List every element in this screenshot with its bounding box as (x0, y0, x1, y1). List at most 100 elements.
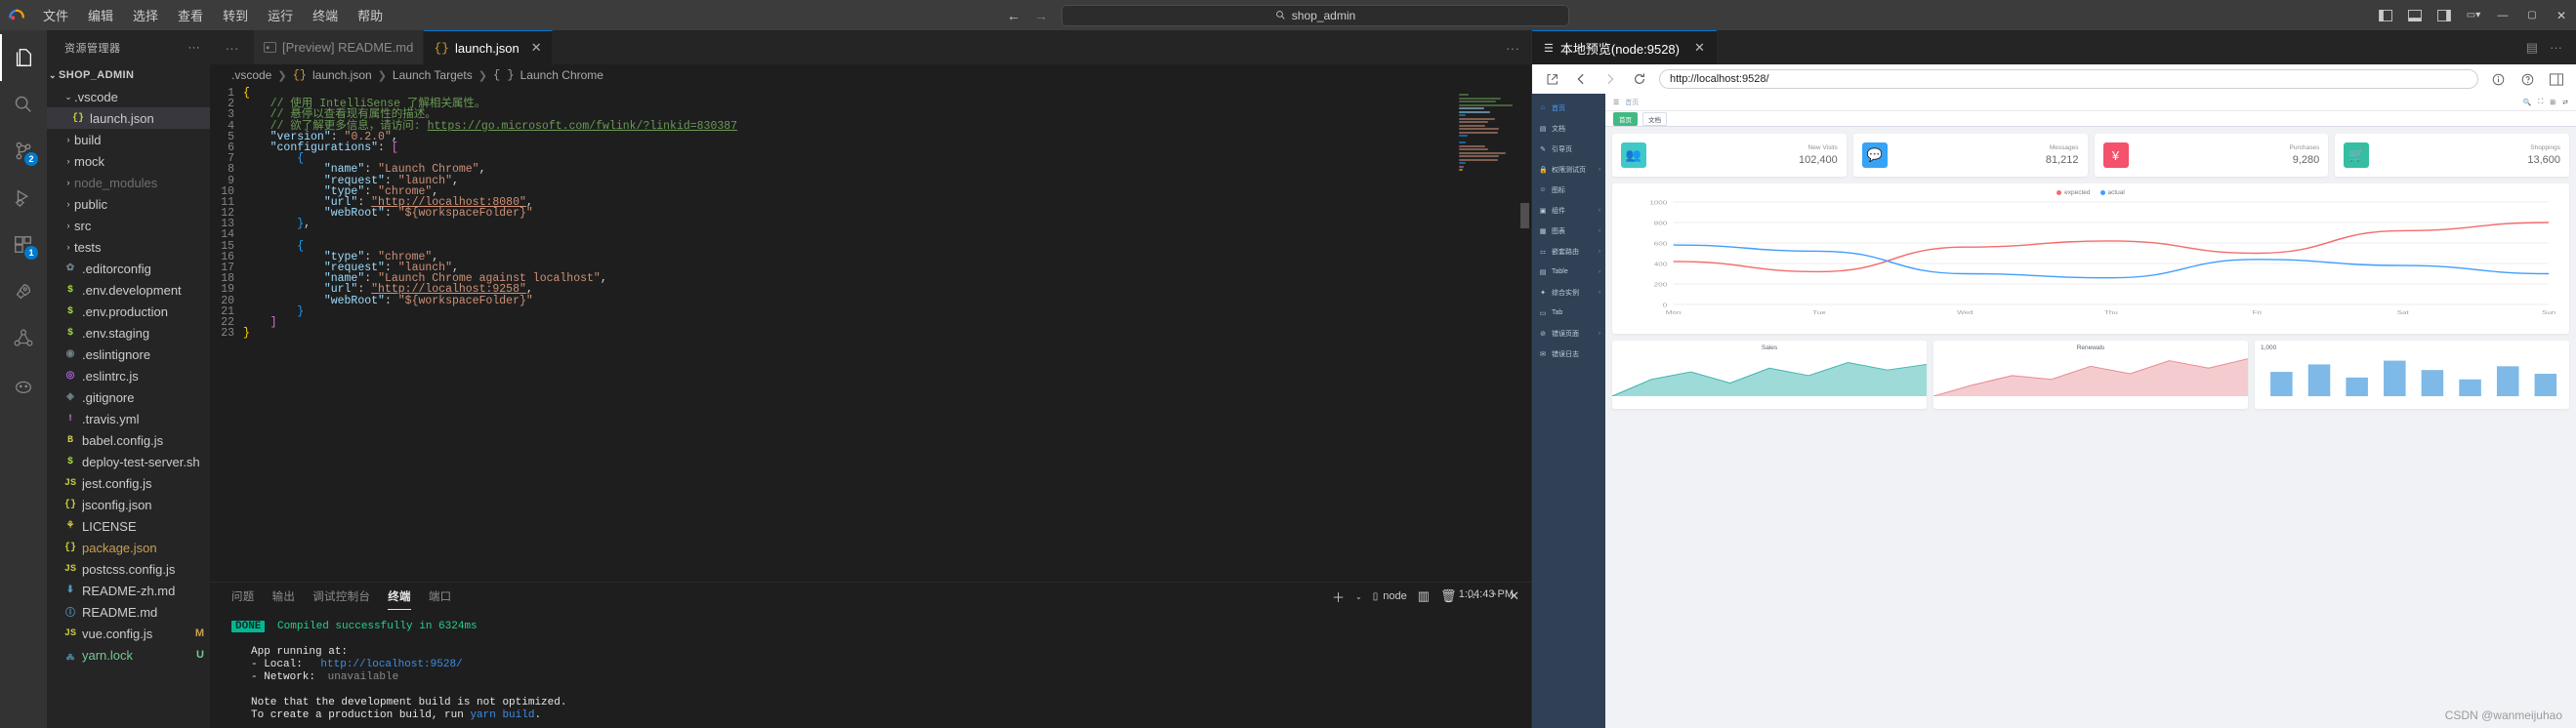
tree-file-env-staging[interactable]: $ .env.staging (47, 322, 210, 344)
terminal-output[interactable]: 1:04:43 PM DONE Compiled successfully in… (210, 588, 1531, 728)
tree-folder-src[interactable]: › src (47, 215, 210, 236)
tree-file-package-json[interactable]: {} package.json (47, 537, 210, 558)
tree-file-license[interactable]: ⚘ LICENSE (47, 515, 210, 537)
menu-file[interactable]: 文件 (33, 3, 78, 27)
nav-forward-icon[interactable]: → (1034, 8, 1048, 23)
breadcrumb-launch-chrome[interactable]: Launch Chrome (520, 68, 603, 82)
terminal-split-icon[interactable]: ▯ (1373, 591, 1379, 602)
tab-close-icon[interactable]: ✕ (531, 40, 542, 56)
menu-select[interactable]: 选择 (123, 3, 168, 27)
tree-file-gitignore[interactable]: ◈ .gitignore (47, 386, 210, 408)
tree-file-jest-config-js[interactable]: JS jest.config.js (47, 472, 210, 494)
browser-toolbar[interactable]: http://localhost:9528/ (1532, 64, 2576, 94)
tree-folder-mock[interactable]: › mock (47, 150, 210, 172)
tree-folder-tests[interactable]: › tests (47, 236, 210, 258)
maximize-button[interactable]: ▢ (2517, 0, 2547, 30)
breadcrumb-launch-targets[interactable]: Launch Targets (393, 68, 473, 82)
dashboard-nav-权限测试页[interactable]: 🔒 权限测试页 › (1532, 159, 1605, 180)
tree-file-eslintrc-js[interactable]: ◎ .eslintrc.js (47, 365, 210, 386)
editor-more-icon[interactable]: ··· (1506, 40, 1519, 56)
layout-toggle-1-icon[interactable] (2371, 0, 2400, 30)
dashboard-nav-tab[interactable]: ▭ Tab (1532, 303, 1605, 323)
code-editor[interactable]: 1 2 3 4 5 6 7 8 9 10 11 12 13 14 15 16 17 18 19 20 21 22 23 { … (210, 86, 1531, 582)
explorer-more-icon[interactable]: ··· (188, 42, 201, 54)
hamburger-icon[interactable]: ☰ (1613, 99, 1619, 106)
panel-tab-ports[interactable]: 端口 (429, 583, 452, 610)
activity-bar[interactable]: 2 1 (0, 30, 47, 728)
help-icon[interactable] (2517, 69, 2537, 89)
editor-tabs[interactable]: ··· ■ [Preview] README.md {} launch.json… (210, 30, 1531, 64)
panel-tabs[interactable]: 问题 输出 调试控制台 终端 端口 ＋ ⌄ ▯ node ▥ 🗑 ··· ⌃ ✕ (210, 583, 1531, 610)
close-button[interactable]: ✕ (2547, 0, 2576, 30)
menu-view[interactable]: 查看 (168, 3, 213, 27)
editor-actions[interactable]: ··· (1506, 30, 1531, 64)
tree-file-postcss-config-js[interactable]: JS postcss.config.js (47, 558, 210, 580)
panel-tab-problems[interactable]: 问题 (231, 583, 255, 610)
devtools-icon[interactable] (2547, 69, 2566, 89)
lang-icon[interactable]: ⇄ (2562, 99, 2568, 106)
activity-assistant[interactable] (0, 362, 47, 409)
size-icon[interactable]: ⊞ (2550, 99, 2555, 106)
local-url[interactable]: http://localhost:9528/ (320, 659, 462, 670)
tab-launch-json[interactable]: {} launch.json ✕ (424, 30, 553, 64)
tree-folder-build[interactable]: › build (47, 129, 210, 150)
dashboard-nav-综合实例[interactable]: ✦ 综合实例 › (1532, 282, 1605, 303)
panel-tab-output[interactable]: 输出 (272, 583, 296, 610)
dashboard-nav-嵌套路由[interactable]: ⚏ 嵌套路由 › (1532, 241, 1605, 262)
arrow-left-icon[interactable] (1571, 69, 1591, 89)
address-bar[interactable]: http://localhost:9528/ (1659, 69, 2478, 89)
dashboard-nav-引导页[interactable]: ✎ 引导页 (1532, 139, 1605, 159)
reload-icon[interactable] (1630, 69, 1649, 89)
search-icon[interactable]: 🔍 (2523, 99, 2532, 106)
tree-root-shop-admin[interactable]: ⌄ SHOP_ADMIN (47, 64, 210, 86)
stat-card-purchases[interactable]: ¥ Purchases 9,280 (2094, 134, 2329, 177)
activity-share[interactable] (0, 315, 47, 362)
tree-file-babel-config-js[interactable]: Bbabel.config.js (47, 429, 210, 451)
dashboard-nav-组件[interactable]: ▣ 组件 › (1532, 200, 1605, 221)
tag-doc[interactable]: 文档 (1642, 111, 1667, 126)
breadcrumb-vscode[interactable]: .vscode (231, 68, 271, 82)
tree-folder-public[interactable]: › public (47, 193, 210, 215)
dashboard-navbar-actions[interactable]: 🔍 ⛶ ⊞ ⇄ (2523, 99, 2568, 106)
tab-readme-preview[interactable]: ■ [Preview] README.md (254, 30, 425, 64)
open-external-icon[interactable] (1542, 69, 1561, 89)
activity-run-debug[interactable] (0, 175, 47, 222)
breadcrumb-launch-json[interactable]: launch.json (312, 68, 372, 82)
stat-card-messages[interactable]: 💬 Messages 81,212 (1852, 134, 2088, 177)
tree-file-vue-config-js[interactable]: JS vue.config.js M (47, 623, 210, 644)
tree-file-yarn-lock[interactable]: 🝆 yarn.lock U (47, 644, 210, 666)
activity-search[interactable] (0, 81, 47, 128)
nav-back-icon[interactable]: ← (1007, 8, 1020, 23)
preview-tab-close-icon[interactable]: ✕ (1694, 40, 1705, 56)
dashboard-nav-错误页面[interactable]: ⊘ 错误页面 › (1532, 323, 1605, 344)
menu-bar[interactable]: 文件 编辑 选择 查看 转到 运行 终端 帮助 (33, 3, 393, 27)
editor-scrollbar[interactable] (1520, 203, 1529, 228)
dashboard-tags-view[interactable]: 首页 文档 (1605, 111, 2576, 127)
menu-run[interactable]: 运行 (258, 3, 303, 27)
tree-file-travis-yml[interactable]: ! .travis.yml (47, 408, 210, 429)
tree-file-env-production[interactable]: $ .env.production (47, 301, 210, 322)
tree-folder-node-modules[interactable]: › node_modules (47, 172, 210, 193)
tree-file-jsconfig-json[interactable]: {} jsconfig.json (47, 494, 210, 515)
minimize-button[interactable]: — (2488, 0, 2517, 30)
dashboard-nav-文档[interactable]: ▤ 文档 (1532, 118, 1605, 139)
layout-toggle-2-icon[interactable] (2400, 0, 2430, 30)
tree-file-eslintignore[interactable]: ◉ .eslintignore (47, 344, 210, 365)
dashboard-nav-table[interactable]: ▤ Table › (1532, 262, 1605, 282)
preview-viewport[interactable]: ⌂ 首页 ▤ 文档 ✎ 引导页 🔒 权限测试页 › ☺ 图标 ▣ 组件 › ▦ 图表 › ⚏ 嵌套路由 › ▤ Table… (1532, 94, 2576, 728)
layout-toggle-3-icon[interactable] (2430, 0, 2459, 30)
command-center[interactable]: shop_admin (1061, 4, 1569, 26)
activity-source-control[interactable]: 2 (0, 128, 47, 175)
dashboard-nav-图表[interactable]: ▦ 图表 › (1532, 221, 1605, 241)
file-tree[interactable]: ⌄ SHOP_ADMIN ⌄ .vscode{} launch.json › build… (47, 64, 210, 728)
preview-tab-actions[interactable]: ▤ ··· (2526, 40, 2576, 56)
tag-home[interactable]: 首页 (1613, 111, 1638, 126)
arrow-right-icon[interactable] (1600, 69, 1620, 89)
terminal-split-button-icon[interactable]: ▥ (1418, 588, 1430, 604)
dashboard-nav-首页[interactable]: ⌂ 首页 (1532, 98, 1605, 118)
dashboard-sidebar[interactable]: ⌂ 首页 ▤ 文档 ✎ 引导页 🔒 权限测试页 › ☺ 图标 ▣ 组件 › ▦ 图表 › ⚏ 嵌套路由 › ▤ Table… (1532, 94, 1605, 728)
code-content[interactable]: { // 使用 IntelliSense 了解相关属性。 // 悬停以查看现有属… (243, 88, 737, 582)
terminal-profile[interactable]: ▯ node (1373, 590, 1407, 602)
tree-folder-vscode[interactable]: ⌄ .vscode (47, 86, 210, 107)
menu-goto[interactable]: 转到 (213, 3, 258, 27)
